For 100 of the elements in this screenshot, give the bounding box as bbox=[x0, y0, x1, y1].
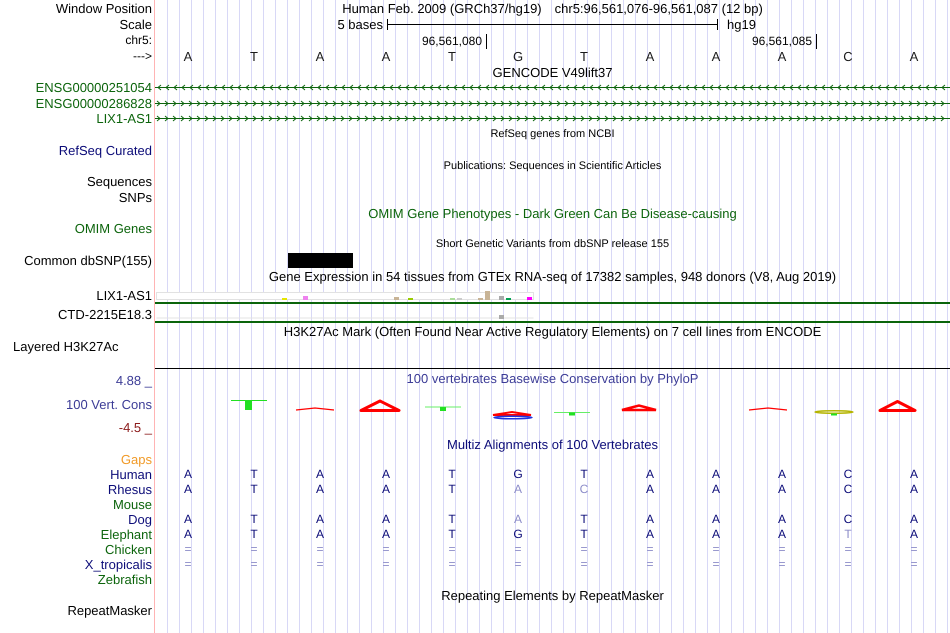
aligned-base: T bbox=[250, 512, 258, 527]
variant-block[interactable] bbox=[288, 252, 353, 268]
aligned-base: = bbox=[514, 557, 522, 572]
ruler-tick bbox=[816, 34, 817, 49]
gene-feature[interactable] bbox=[155, 83, 950, 92]
aligned-base: A bbox=[712, 467, 720, 482]
aligned-base: A bbox=[910, 527, 918, 542]
aligned-base: = bbox=[250, 557, 258, 572]
species-label[interactable]: Elephant bbox=[100, 527, 152, 542]
expression-bar[interactable] bbox=[527, 296, 532, 300]
species-label[interactable]: Mouse bbox=[112, 497, 152, 512]
track-title: Multiz Alignments of 100 Vertebrates bbox=[446, 436, 658, 452]
ruler-tick bbox=[486, 34, 487, 49]
track-label[interactable]: Common dbSNP(155) bbox=[24, 252, 152, 268]
aligned-base: = bbox=[778, 557, 786, 572]
aligned-base: A bbox=[910, 467, 918, 482]
track-label[interactable]: OMIM Genes bbox=[74, 221, 152, 236]
aligned-base: = bbox=[448, 542, 456, 557]
aligned-base: = bbox=[910, 542, 918, 557]
aligned-base: = bbox=[646, 542, 654, 557]
aligned-base: = bbox=[580, 557, 588, 572]
aligned-base: A bbox=[712, 512, 720, 527]
conservation-mark bbox=[878, 400, 916, 412]
species-label[interactable]: Zebrafish bbox=[98, 572, 152, 587]
track-label[interactable]: RefSeq Curated bbox=[58, 142, 152, 158]
species-label[interactable]: X_tropicalis bbox=[84, 557, 152, 572]
species-label[interactable]: Rhesus bbox=[108, 482, 152, 497]
track-label[interactable]: CTD-2215E18.3 bbox=[58, 307, 152, 322]
aligned-base: A bbox=[316, 512, 324, 527]
conservation-mark bbox=[424, 406, 462, 411]
track-label[interactable]: RepeatMasker bbox=[67, 603, 152, 618]
aligned-base: = bbox=[778, 542, 786, 557]
aligned-base: = bbox=[448, 557, 456, 572]
aligned-base: A bbox=[910, 482, 918, 497]
base-letter: A bbox=[778, 48, 786, 64]
base-letter: T bbox=[448, 48, 456, 64]
track-title: Gene Expression in 54 tissues from GTEx RNA-seq of 17382 samples, 948 donors (V8, Aug 2019) bbox=[268, 268, 836, 284]
aligned-base: = bbox=[382, 557, 390, 572]
aligned-base: G bbox=[513, 527, 523, 542]
aligned-base: = bbox=[316, 557, 324, 572]
track-label[interactable]: ENSG00000286828 bbox=[36, 96, 152, 111]
conservation-mark bbox=[554, 412, 590, 416]
track-label[interactable]: Layered H3K27Ac bbox=[13, 339, 119, 354]
track-title: Repeating Elements by RepeatMasker bbox=[441, 588, 664, 602]
aligned-base: = bbox=[712, 542, 720, 557]
track-title: Short Genetic Variants from dbSNP release 155 bbox=[436, 237, 670, 252]
aligned-base: A bbox=[382, 467, 390, 482]
aligned-base: A bbox=[778, 467, 786, 482]
aligned-base: A bbox=[184, 482, 192, 497]
aligned-base: A bbox=[514, 512, 522, 527]
conservation-mark bbox=[814, 410, 854, 416]
track-title: GENCODE V49lift37 bbox=[492, 64, 612, 80]
expression-bar[interactable] bbox=[394, 296, 399, 300]
conservation-mark bbox=[296, 407, 334, 411]
aligned-base: A bbox=[316, 467, 324, 482]
aligned-base: = bbox=[712, 557, 720, 572]
base-letter: A bbox=[646, 48, 654, 64]
species-label[interactable]: Chicken bbox=[105, 542, 152, 557]
aligned-base: T bbox=[448, 467, 456, 482]
base-letter: C bbox=[843, 48, 853, 64]
species-label[interactable]: Human bbox=[110, 467, 152, 482]
aligned-base: A bbox=[712, 527, 720, 542]
conservation-mark bbox=[620, 404, 658, 412]
gene-feature[interactable] bbox=[155, 114, 950, 124]
aligned-base: A bbox=[646, 467, 654, 482]
aligned-base: A bbox=[184, 512, 192, 527]
aligned-base: = bbox=[316, 542, 324, 557]
track-label[interactable]: Sequences bbox=[86, 174, 152, 190]
aligned-base: A bbox=[382, 482, 390, 497]
aligned-base: = bbox=[250, 542, 258, 557]
track-title: H3K27Ac Mark (Often Found Near Active Regulatory Elements) on 7 cell lines from ENCODE bbox=[284, 324, 822, 338]
aligned-base: C bbox=[580, 482, 588, 497]
track-label[interactable]: 100 Vert. Cons bbox=[66, 396, 152, 412]
species-label[interactable]: Dog bbox=[128, 512, 152, 527]
aligned-base: C bbox=[844, 467, 852, 482]
row-label: chr5: bbox=[125, 33, 152, 48]
aligned-base: T bbox=[448, 482, 456, 497]
aligned-base: = bbox=[646, 557, 654, 572]
expression-bar[interactable] bbox=[499, 296, 504, 300]
base-letter: G bbox=[512, 48, 524, 64]
axis-label: -4.5 _ bbox=[118, 420, 152, 435]
base-letter: A bbox=[184, 48, 192, 64]
track-title: RefSeq genes from NCBI bbox=[490, 127, 615, 142]
aligned-base: T bbox=[250, 467, 258, 482]
aligned-base: = bbox=[844, 542, 852, 557]
track-label[interactable]: LIX1-AS1 bbox=[96, 111, 152, 126]
row-label: ---> bbox=[133, 48, 152, 64]
aligned-base: = bbox=[910, 557, 918, 572]
aligned-base: = bbox=[844, 557, 852, 572]
gene-feature[interactable] bbox=[155, 98, 950, 108]
track-label[interactable]: LIX1-AS1 bbox=[96, 288, 152, 302]
assembly-name: hg19 bbox=[727, 16, 756, 32]
track-label[interactable]: SNPs bbox=[118, 190, 152, 205]
track-label[interactable]: ENSG00000251054 bbox=[36, 80, 152, 96]
expression-bar[interactable] bbox=[303, 296, 308, 300]
conservation-mark bbox=[492, 410, 533, 420]
track-title: OMIM Gene Phenotypes - Dark Green Can Be Disease-causing bbox=[368, 206, 737, 220]
expression-bar[interactable] bbox=[485, 290, 490, 300]
base-letter: A bbox=[712, 48, 720, 64]
coordinate-label: 96,561,080 bbox=[422, 35, 482, 48]
